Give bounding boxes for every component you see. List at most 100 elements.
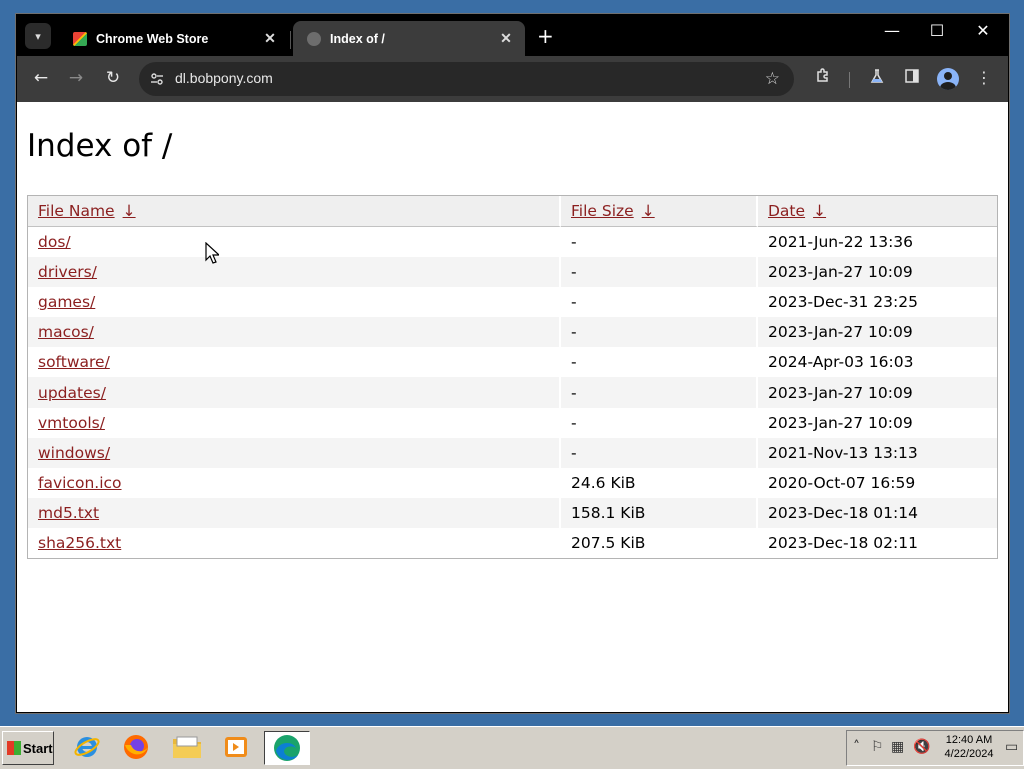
puzzle-icon[interactable] bbox=[811, 68, 835, 88]
file-size-cell: 158.1 KiB bbox=[561, 497, 758, 528]
file-size-cell: - bbox=[561, 287, 758, 318]
kebab-menu-icon[interactable]: ⋮ bbox=[972, 68, 996, 87]
firefox-icon[interactable] bbox=[119, 731, 153, 763]
clock-time: 12:40 AM bbox=[945, 734, 993, 746]
back-button[interactable]: ← bbox=[29, 68, 53, 88]
tune-icon[interactable] bbox=[147, 69, 167, 89]
file-size-cell: - bbox=[561, 377, 758, 408]
file-link[interactable]: vmtools/ bbox=[38, 414, 105, 432]
taskbar: Start ˄ ⚐ ▦ 🔇 12:40 AM 4/22/2024 ▭ bbox=[0, 726, 1024, 769]
forward-button[interactable]: → bbox=[64, 68, 88, 88]
volume-muted-icon[interactable]: 🔇 bbox=[913, 739, 930, 755]
file-listing-table: File Name ↓ File Size ↓ Date ↓ dos/-2021-Ju… bbox=[27, 195, 998, 560]
table-header-row: File Name ↓ File Size ↓ Date ↓ bbox=[28, 196, 997, 227]
chevron-down-icon[interactable]: ▾ bbox=[25, 23, 51, 49]
internet-explorer-icon[interactable] bbox=[70, 731, 104, 763]
show-desktop-icon[interactable]: ▭ bbox=[1005, 739, 1018, 755]
address-bar[interactable]: dl.bobpony.com ☆ bbox=[139, 62, 794, 96]
edge-icon[interactable] bbox=[264, 731, 310, 765]
close-window-button[interactable]: ✕ bbox=[968, 21, 998, 40]
file-date-cell: 2021-Nov-13 13:13 bbox=[758, 437, 997, 468]
file-size-cell: 207.5 KiB bbox=[561, 527, 758, 559]
table-row: md5.txt 158.1 KiB 2023-Dec-18 01:14 bbox=[28, 497, 997, 528]
close-icon[interactable]: ✕ bbox=[495, 30, 517, 47]
file-date-cell: 2020-Oct-07 16:59 bbox=[768, 473, 916, 492]
tab-title: Chrome Web Store bbox=[96, 31, 209, 46]
table-row: drivers/ -2023-Jan-27 10:09 bbox=[28, 257, 997, 288]
maximize-button[interactable]: ☐ bbox=[922, 21, 952, 40]
file-name-cell: macos/ bbox=[28, 317, 561, 348]
file-size-cell: - bbox=[561, 347, 758, 378]
action-center-flag-icon[interactable]: ⚐ bbox=[871, 739, 884, 755]
toolbar-separator bbox=[849, 72, 850, 88]
file-name-cell: dos/ bbox=[28, 227, 561, 258]
start-button[interactable]: Start bbox=[2, 731, 54, 765]
reload-button[interactable]: ↻ bbox=[101, 68, 125, 88]
file-name-cell: favicon.ico bbox=[28, 467, 561, 498]
minimize-button[interactable]: — bbox=[877, 21, 907, 40]
file-size-cell: - bbox=[561, 257, 758, 288]
start-label: Start bbox=[23, 740, 53, 756]
column-header-file-size: File Size ↓ bbox=[561, 196, 758, 227]
file-size-cell: - bbox=[561, 227, 758, 258]
file-link[interactable]: drivers/ bbox=[38, 263, 97, 281]
page-content: Index of / File Name ↓ File Size ↓ Date ↓ d… bbox=[17, 102, 1008, 712]
tab-separator bbox=[290, 31, 291, 49]
clock-date: 4/22/2024 bbox=[944, 748, 994, 760]
file-link[interactable]: macos/ bbox=[38, 323, 94, 341]
file-name-cell: sha256.txt bbox=[28, 527, 561, 559]
sort-by-size-link[interactable]: File Size ↓ bbox=[571, 202, 655, 220]
file-date-cell: 2023-Dec-18 01:14 bbox=[758, 497, 997, 528]
file-name-cell: vmtools/ bbox=[28, 407, 561, 438]
sort-by-name-link[interactable]: File Name ↓ bbox=[38, 202, 136, 220]
file-date-cell: 2023-Dec-18 02:11 bbox=[768, 533, 918, 552]
file-date-cell: 2024-Apr-03 16:03 bbox=[768, 353, 914, 372]
file-date-cell: 2023-Jan-27 10:09 bbox=[758, 257, 997, 288]
browser-window: ▾ Chrome Web Store ✕ Index of / ✕ + — ☐ … bbox=[16, 14, 1009, 713]
file-date-cell: 2023-Jan-27 10:09 bbox=[758, 377, 997, 408]
url-text: dl.bobpony.com bbox=[175, 70, 273, 86]
sort-by-date-link[interactable]: Date ↓ bbox=[768, 202, 826, 220]
table-row: dos/ -2021-Jun-22 13:36 bbox=[28, 227, 997, 258]
file-link[interactable]: md5.txt bbox=[38, 504, 99, 522]
file-link[interactable]: software/ bbox=[38, 353, 110, 371]
browser-toolbar: ← → ↻ dl.bobpony.com ☆ ⋮ bbox=[17, 56, 1008, 102]
flask-icon[interactable] bbox=[865, 68, 889, 88]
avatar-icon[interactable] bbox=[937, 68, 959, 90]
file-link[interactable]: updates/ bbox=[38, 384, 106, 402]
chevron-up-icon[interactable]: ˄ bbox=[853, 739, 860, 755]
globe-icon bbox=[307, 31, 321, 46]
system-tray: ˄ ⚐ ▦ 🔇 12:40 AM 4/22/2024 ▭ bbox=[846, 730, 1024, 766]
chrome-web-store-icon bbox=[73, 31, 87, 46]
new-tab-button[interactable]: + bbox=[537, 24, 554, 48]
file-link[interactable]: games/ bbox=[38, 293, 95, 311]
file-name-cell: updates/ bbox=[28, 377, 561, 408]
table-row: sha256.txt 207.5 KiB 2023-Dec-18 02:11 bbox=[28, 527, 997, 559]
table-row: macos/ -2023-Jan-27 10:09 bbox=[28, 317, 997, 348]
tab-title: Index of / bbox=[330, 31, 385, 46]
file-name-cell: windows/ bbox=[28, 437, 561, 468]
file-date-cell: 2023-Jan-27 10:09 bbox=[758, 317, 997, 348]
clock[interactable]: 12:40 AM 4/22/2024 bbox=[939, 733, 999, 761]
file-name-cell: md5.txt bbox=[28, 497, 561, 528]
file-date-cell: 2023-Jan-27 10:09 bbox=[768, 413, 913, 432]
file-name-cell: drivers/ bbox=[28, 257, 561, 288]
file-size-cell: - bbox=[561, 317, 758, 348]
tab-chrome-web-store[interactable]: Chrome Web Store ✕ bbox=[59, 21, 289, 56]
file-link[interactable]: favicon.ico bbox=[38, 474, 122, 492]
table-row: vmtools/ -2023-Jan-27 10:09 bbox=[28, 407, 997, 438]
star-icon[interactable]: ☆ bbox=[765, 69, 780, 89]
close-icon[interactable]: ✕ bbox=[259, 30, 281, 47]
media-player-icon[interactable] bbox=[219, 731, 253, 763]
tab-index-of[interactable]: Index of / ✕ bbox=[293, 21, 525, 56]
file-link[interactable]: windows/ bbox=[38, 444, 110, 462]
file-date-cell: 2023-Dec-31 23:25 bbox=[768, 293, 918, 312]
table-row: software/ -2024-Apr-03 16:03 bbox=[28, 347, 997, 378]
column-header-file-name: File Name ↓ bbox=[28, 196, 561, 227]
network-icon[interactable]: ▦ bbox=[891, 739, 904, 755]
file-link[interactable]: dos/ bbox=[38, 233, 71, 251]
file-link[interactable]: sha256.txt bbox=[38, 534, 121, 552]
file-date-cell: 2021-Jun-22 13:36 bbox=[768, 233, 914, 252]
side-panel-icon[interactable] bbox=[900, 68, 924, 88]
file-explorer-icon[interactable] bbox=[170, 731, 204, 763]
